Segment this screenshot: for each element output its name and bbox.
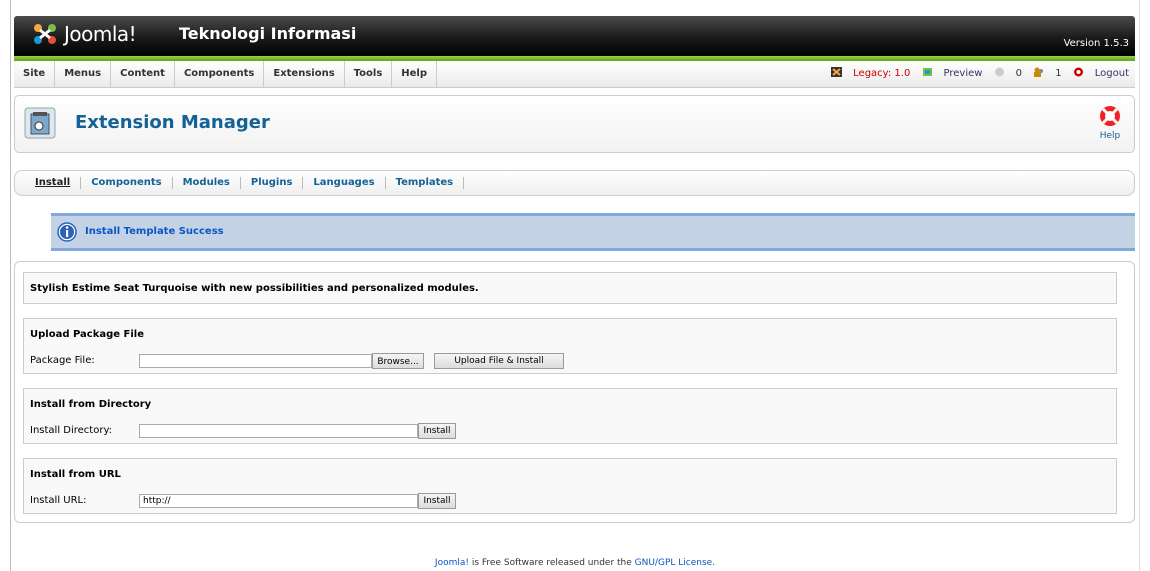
help-button[interactable]: Help (1094, 104, 1126, 141)
install-url-label: Install URL: (30, 495, 87, 506)
description-box: Stylish Estime Seat Turquoise with new p… (23, 272, 1117, 304)
menu-components[interactable]: Components (175, 61, 265, 87)
upload-fieldset: Upload Package File Package File: Browse… (23, 318, 1117, 374)
tab-components[interactable]: Components (81, 177, 173, 189)
status-bar: Legacy: 1.0 Preview 0 1 Logout (823, 61, 1129, 87)
joomla-logo-icon (34, 24, 56, 44)
joomla-brand: Joomla! (64, 22, 137, 46)
url-legend: Install from URL (30, 469, 121, 480)
package-file-label: Package File: (30, 355, 95, 366)
tab-install[interactable]: Install (25, 177, 82, 189)
install-directory-label: Install Directory: (30, 425, 113, 436)
page-title: Extension Manager (75, 112, 270, 133)
footer: Joomla! is Free Software released under … (0, 558, 1150, 568)
system-message: Install Template Success (51, 213, 1135, 251)
url-fieldset: Install from URL Install URL: Install (23, 458, 1117, 514)
browse-button[interactable]: Browse... (372, 353, 424, 369)
menu-help[interactable]: Help (392, 61, 438, 87)
help-label: Help (1099, 131, 1121, 141)
menu-tools[interactable]: Tools (345, 61, 393, 87)
license-link[interactable]: GNU/GPL License (635, 558, 713, 568)
template-description: Stylish Estime Seat Turquoise with new p… (30, 283, 479, 294)
lifebuoy-icon (1100, 106, 1120, 126)
joomla-link[interactable]: Joomla! (435, 558, 469, 568)
footer-period: . (712, 558, 716, 568)
preview-icon (922, 68, 932, 76)
info-icon (57, 222, 77, 242)
directory-fieldset: Install from Directory Install Directory… (23, 388, 1117, 444)
logout-link[interactable]: Logout (1073, 67, 1129, 79)
menu-menus[interactable]: Menus (55, 61, 112, 87)
logout-icon (1073, 67, 1083, 77)
menu-site[interactable]: Site (14, 61, 56, 87)
preview-link[interactable]: Preview (922, 68, 986, 79)
messages-icon (994, 67, 1004, 77)
tab-languages[interactable]: Languages (303, 177, 386, 189)
install-directory-button[interactable]: Install (418, 423, 456, 439)
extension-manager-icon (24, 107, 56, 139)
joomla-small-icon (831, 67, 843, 77)
left-border (10, 0, 11, 571)
tab-templates[interactable]: Templates (386, 177, 465, 189)
site-name: Teknologi Informasi (179, 24, 357, 43)
upload-install-button[interactable]: Upload File & Install (434, 353, 564, 369)
right-border (1139, 0, 1140, 571)
messages-count[interactable]: 0 (994, 67, 1026, 79)
footer-text: is Free Software released under the (468, 558, 635, 568)
tab-modules[interactable]: Modules (173, 177, 241, 189)
version-label: Version 1.5.3 (1063, 38, 1129, 49)
install-panel: Stylish Estime Seat Turquoise with new p… (14, 261, 1135, 523)
tab-plugins[interactable]: Plugins (241, 177, 304, 189)
package-file-input[interactable] (139, 354, 372, 368)
message-text: Install Template Success (85, 226, 224, 237)
upload-legend: Upload Package File (30, 329, 144, 340)
submenu: Install Components Modules Plugins Langu… (14, 170, 1135, 196)
install-url-input[interactable] (139, 494, 418, 508)
users-count[interactable]: 1 (1033, 67, 1065, 79)
admin-page: Joomla! Teknologi Informasi Version 1.5.… (14, 16, 1135, 523)
toolbar: Extension Manager Help (14, 95, 1135, 153)
header: Joomla! Teknologi Informasi Version 1.5.… (14, 16, 1135, 56)
install-url-button[interactable]: Install (418, 493, 456, 509)
directory-legend: Install from Directory (30, 399, 152, 410)
menu-extensions[interactable]: Extensions (264, 61, 345, 87)
menu-content[interactable]: Content (111, 61, 175, 87)
install-directory-input[interactable] (139, 424, 418, 438)
legacy-status: Legacy: 1.0 (831, 67, 913, 79)
users-icon (1034, 67, 1044, 77)
main-menu: Site Menus Content Components Extensions… (14, 61, 1135, 88)
